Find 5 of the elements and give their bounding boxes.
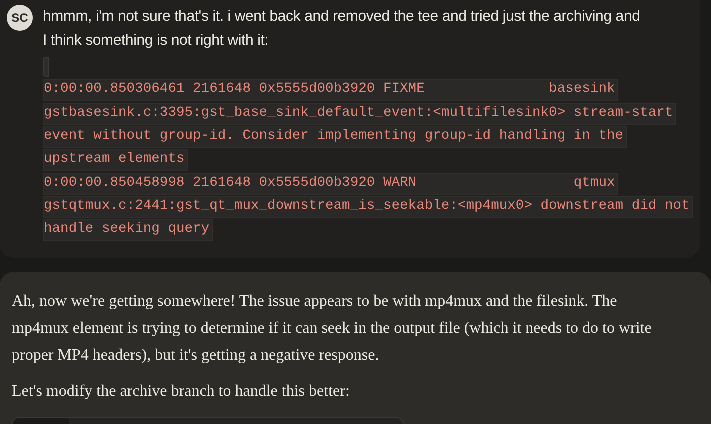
code-edge-mark	[43, 57, 49, 77]
user-message-text: hmmm, i'm not sure that's it. i went back and removed the tee and tried just the archiving and I think something is not right with it:	[43, 7, 642, 51]
assistant-paragraph: Ah, now we're getting somewhere! The issue appears to be with mp4mux and the filesink. The mp4mux element is trying to determine if it can seek in the output file (which it needs to do to write proper MP4 headers), but it's getting a negative response.	[12, 292, 653, 366]
user-avatar: SC	[7, 5, 33, 31]
assistant-paragraph: Let's modify the archive branch to handle this better:	[12, 382, 351, 402]
